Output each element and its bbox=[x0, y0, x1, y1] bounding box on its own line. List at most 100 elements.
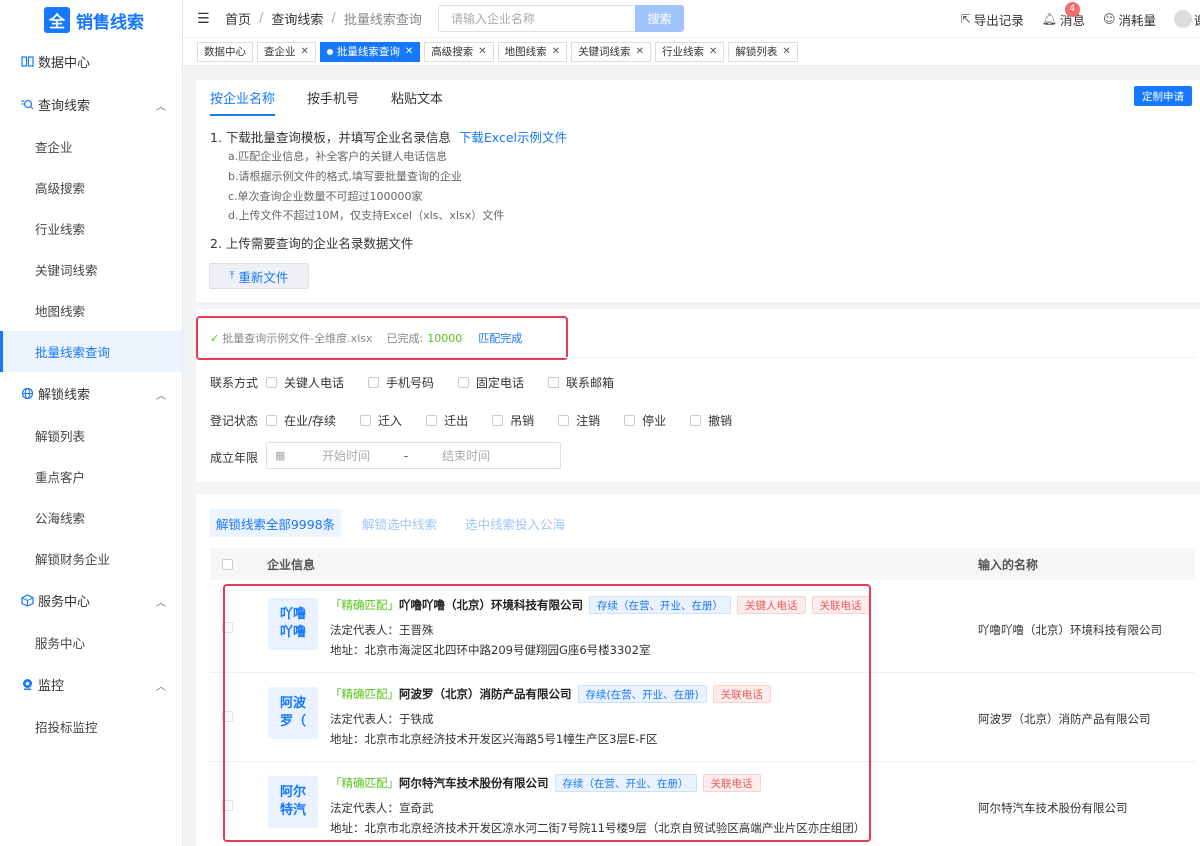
close-icon[interactable]: ✕ bbox=[782, 46, 790, 57]
close-icon[interactable]: ✕ bbox=[709, 46, 717, 57]
checkbox-mobile[interactable]: 手机号码 bbox=[368, 374, 434, 391]
search-button[interactable]: 搜索 bbox=[635, 5, 684, 32]
checkbox-suspended[interactable]: 停业 bbox=[624, 412, 666, 429]
database-icon bbox=[20, 55, 34, 69]
upload-icon: ⤒ bbox=[229, 269, 235, 282]
sidebar-group-monitor[interactable]: 监控 ︿ bbox=[0, 663, 182, 706]
checkbox-box[interactable] bbox=[690, 415, 702, 426]
checkbox-withdrawn[interactable]: 撤销 bbox=[690, 412, 732, 429]
checkbox-box[interactable] bbox=[426, 415, 438, 426]
export-label: 导出记录 bbox=[973, 12, 1024, 28]
close-icon[interactable]: ✕ bbox=[552, 46, 560, 57]
tab-batch-query[interactable]: 批量线索查询 ✕ bbox=[319, 41, 421, 62]
tab-advanced-search[interactable]: 高级搜索 ✕ bbox=[424, 41, 494, 62]
sidebar: 全 销售线索 数据中心 查询线索 ︿ 查企业 高级搜索 行业线索 关键词线索 地… bbox=[0, 0, 183, 846]
messages-link[interactable]: 🔔︎ 4 消息 bbox=[1041, 1, 1085, 29]
close-icon[interactable]: ✕ bbox=[636, 46, 644, 57]
sidebar-item-bid-monitor[interactable]: 招投标监控 bbox=[0, 706, 182, 747]
consumption-link[interactable]: ☺ 消耗量 bbox=[1103, 10, 1156, 29]
reupload-button[interactable]: ⤒ 重新文件 bbox=[209, 263, 309, 289]
tab-by-company-name[interactable]: 按企业名称 bbox=[210, 88, 276, 116]
close-icon[interactable]: ✕ bbox=[478, 46, 486, 57]
tab-paste-text[interactable]: 粘贴文本 bbox=[391, 88, 443, 116]
sidebar-group-label: 监控 bbox=[38, 679, 65, 694]
user-name[interactable]: 谢 bbox=[1194, 10, 1200, 29]
checkbox-moved-in[interactable]: 迁入 bbox=[360, 412, 402, 429]
checkbox-box[interactable] bbox=[492, 415, 504, 426]
checkbox-box[interactable] bbox=[548, 377, 560, 388]
sidebar-group-data-center[interactable]: 数据中心 bbox=[0, 40, 182, 83]
chevron-up-icon: ︿ bbox=[156, 598, 166, 609]
highlighted-results-frame bbox=[223, 584, 871, 842]
sidebar-item-industry-leads[interactable]: 行业线索 bbox=[0, 208, 182, 249]
step-1-text: 1. 下载批量查询模板，并填写企业名录信息 bbox=[210, 130, 451, 145]
move-to-pool-button[interactable]: 选中线索投入公海 bbox=[465, 509, 565, 537]
checkbox-moved-out[interactable]: 迁出 bbox=[426, 412, 468, 429]
checkbox-box[interactable] bbox=[368, 377, 380, 388]
sidebar-group-unlock-leads[interactable]: 解锁线索 ︿ bbox=[0, 372, 182, 415]
tab-map-leads[interactable]: 地图线索 ✕ bbox=[497, 41, 568, 62]
checkbox-email[interactable]: 联系邮箱 bbox=[548, 374, 614, 391]
sidebar-item-advanced-search[interactable]: 高级搜索 bbox=[0, 167, 182, 208]
tab-industry-leads[interactable]: 行业线索 ✕ bbox=[654, 41, 725, 62]
unlock-all-button[interactable]: 解锁线索全部9998条 bbox=[210, 509, 341, 537]
tab-keyword-leads[interactable]: 关键词线索 ✕ bbox=[571, 41, 651, 62]
sidebar-item-company[interactable]: 查企业 bbox=[0, 126, 182, 167]
breadcrumb-home[interactable]: 首页 bbox=[225, 9, 251, 28]
sidebar-item-service-center[interactable]: 服务中心 bbox=[0, 622, 182, 663]
start-date-input[interactable]: 开始时间 bbox=[301, 447, 391, 464]
date-range-picker[interactable]: ▦ 开始时间 - 结束时间 bbox=[266, 442, 561, 469]
hint-line: c.单次查询企业数量不可超过100000家 bbox=[228, 190, 423, 203]
breadcrumb-query-leads[interactable]: 查询线索 bbox=[271, 9, 323, 28]
range-separator: - bbox=[403, 448, 409, 463]
avatar[interactable] bbox=[1174, 10, 1192, 28]
checkbox-key-person-phone[interactable]: 关键人电话 bbox=[266, 374, 344, 391]
tab-data-center[interactable]: 数据中心 bbox=[197, 41, 253, 62]
upload-panel: 按企业名称 按手机号 粘贴文本 定制申请 1. 下载批量查询模板，并填写企业名录… bbox=[196, 80, 1200, 302]
app-logo[interactable]: 全 销售线索 bbox=[0, 0, 182, 40]
sidebar-group-service-center[interactable]: 服务中心 ︿ bbox=[0, 579, 182, 622]
reupload-label: 重新文件 bbox=[238, 269, 289, 285]
select-all-checkbox[interactable] bbox=[222, 558, 233, 570]
export-records-link[interactable]: ⇱ 导出记录 bbox=[961, 10, 1024, 29]
sidebar-item-unlock-finance[interactable]: 解锁财务企业 bbox=[0, 538, 182, 579]
tab-unlock-list[interactable]: 解锁列表 ✕ bbox=[728, 41, 798, 62]
sidebar-item-public-pool[interactable]: 公海线索 bbox=[0, 497, 182, 538]
sidebar-item-unlock-list[interactable]: 解锁列表 bbox=[0, 415, 182, 456]
checkbox-active[interactable]: 在业/存续 bbox=[266, 412, 336, 429]
status-filter-row: 登记状态 在业/存续 迁入 迁出 吊销 注销 停业 撤销 bbox=[210, 412, 756, 429]
app-name: 销售线索 bbox=[76, 12, 144, 33]
sidebar-item-batch-query[interactable]: 批量线索查询 bbox=[0, 331, 182, 372]
close-icon[interactable]: ✕ bbox=[301, 46, 309, 57]
sidebar-item-map-leads[interactable]: 地图线索 bbox=[0, 290, 182, 331]
bell-icon: 🔔︎ bbox=[1041, 12, 1057, 26]
sidebar-item-keyword-leads[interactable]: 关键词线索 bbox=[0, 249, 182, 290]
tab-label: 高级搜索 bbox=[431, 46, 474, 58]
checkbox-box[interactable] bbox=[458, 377, 470, 388]
checkbox-box[interactable] bbox=[360, 415, 372, 426]
sidebar-group-query-leads[interactable]: 查询线索 ︿ bbox=[0, 83, 182, 126]
file-name: 批量查询示例文件-全维度.xlsx bbox=[222, 332, 373, 345]
breadcrumb-current: 批量线索查询 bbox=[343, 13, 422, 28]
end-date-input[interactable]: 结束时间 bbox=[421, 447, 511, 464]
hint-line: b.请根据示例文件的格式,填写要批量查询的企业 bbox=[228, 170, 462, 183]
unlock-selected-button[interactable]: 解锁选中线索 bbox=[362, 509, 437, 537]
checkbox-revoked[interactable]: 吊销 bbox=[492, 412, 534, 429]
custom-request-button[interactable]: 定制申请 bbox=[1134, 86, 1192, 106]
checkbox-box[interactable] bbox=[266, 415, 277, 426]
breadcrumb: 首页 / 查询线索 / 批量线索查询 bbox=[225, 9, 422, 28]
checkbox-box[interactable] bbox=[624, 415, 636, 426]
checkbox-landline[interactable]: 固定电话 bbox=[458, 374, 524, 391]
close-icon[interactable]: ✕ bbox=[405, 46, 413, 57]
menu-fold-icon[interactable]: ☰ bbox=[197, 11, 211, 27]
download-sample-link[interactable]: 下载Excel示例文件 bbox=[459, 130, 567, 145]
sidebar-item-key-customers[interactable]: 重点客户 bbox=[0, 456, 182, 497]
sidebar-group-label: 解锁线索 bbox=[38, 388, 91, 403]
checkbox-box[interactable] bbox=[266, 377, 277, 388]
tab-company[interactable]: 查企业 ✕ bbox=[257, 41, 316, 62]
company-search-input[interactable] bbox=[438, 5, 636, 32]
checkbox-cancelled[interactable]: 注销 bbox=[558, 412, 600, 429]
tab-label: 查企业 bbox=[264, 46, 296, 58]
checkbox-box[interactable] bbox=[558, 415, 570, 426]
tab-by-phone[interactable]: 按手机号 bbox=[307, 88, 359, 116]
